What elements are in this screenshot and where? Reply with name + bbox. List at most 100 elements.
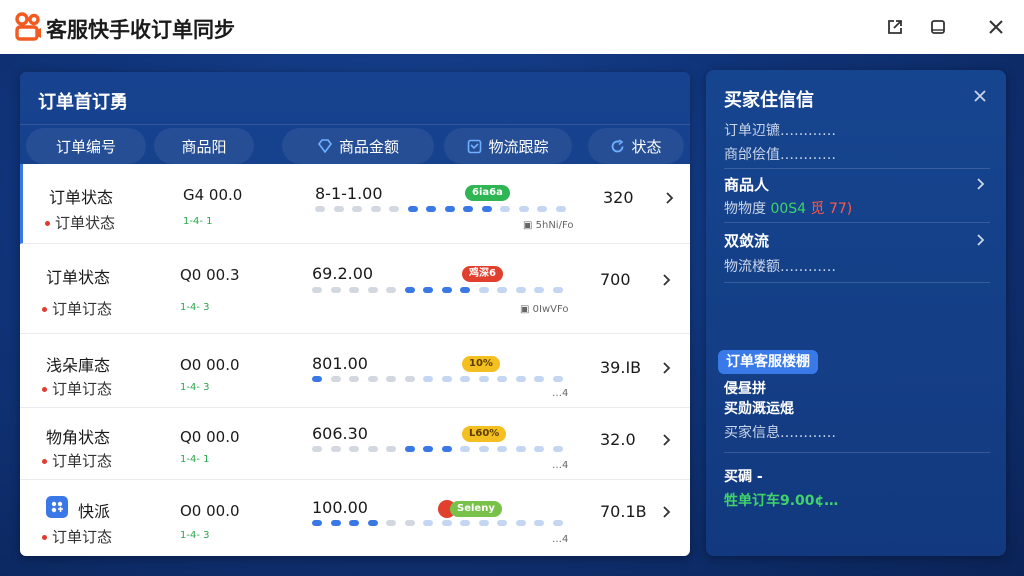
progress-segment	[497, 520, 507, 526]
progress-segment	[441, 520, 452, 526]
external-link-icon	[888, 20, 902, 34]
buyer-info-panel: 买家住信信 订单辺镳………… 商邰侩值………… 商品人 物物度 00S4 觅 7…	[706, 70, 1006, 556]
progress-segment	[478, 520, 489, 526]
table-row[interactable]: 物角状态 订单订态 Q0 00.0 1-4- 1 606.30 L60% …4 …	[20, 408, 690, 480]
title-bar: 客服快手收订单同步	[0, 0, 1024, 54]
app-title: 客服快手收订单同步	[46, 18, 235, 42]
row-amount: 8-1-1.00	[315, 184, 383, 203]
row-subtitle: 订单状态	[45, 212, 115, 233]
progress-bar	[312, 446, 570, 452]
progress-segment	[330, 520, 341, 526]
row-value: 32.0	[600, 430, 636, 449]
status-dot	[42, 307, 47, 312]
row-subtitle-text: 订单订态	[52, 452, 113, 470]
maximize-button[interactable]	[925, 14, 951, 40]
progress-segment	[460, 446, 470, 452]
progress-segment	[330, 446, 341, 452]
progress-segment	[441, 446, 452, 452]
goods-value: 物物度 00S4 觅 77)	[724, 198, 852, 218]
row-title: 浅朵庫态	[46, 356, 111, 375]
progress-segment	[423, 376, 433, 382]
progress-segment	[478, 376, 489, 382]
progress-segment	[460, 520, 470, 526]
divider	[724, 452, 990, 453]
progress-segment	[460, 376, 470, 382]
column-header-amount[interactable]: 商品金额	[282, 128, 434, 164]
popout-button[interactable]	[882, 14, 908, 40]
column-header-order-id[interactable]: 订单编号	[26, 128, 146, 164]
chevron-right-icon[interactable]	[660, 506, 672, 518]
progress-segment	[534, 287, 544, 293]
row-subtitle: 订单订态	[42, 298, 112, 319]
progress-segment	[518, 206, 529, 212]
column-header-label: 商品阳	[181, 137, 227, 156]
progress-segment	[386, 446, 396, 452]
progress-bar	[312, 287, 570, 293]
buy-value: 牲单订车9.00¢…	[724, 493, 839, 509]
progress-segment	[367, 446, 378, 452]
status-dot	[45, 221, 50, 226]
chevron-right-icon[interactable]	[660, 434, 672, 446]
refresh-icon	[612, 138, 624, 152]
row-value: 320	[603, 188, 634, 207]
progress-segment	[481, 206, 492, 212]
progress-segment	[441, 287, 452, 293]
row-value: 39.IB	[600, 358, 642, 377]
progress-bar	[315, 206, 573, 212]
table-row[interactable]: 订单状态 订单订态 Q0 00.3 1-4- 3 69.2.00 鸡深6 ▣ 0…	[20, 244, 690, 334]
row-title: 订单状态	[46, 268, 111, 287]
progress-segment	[552, 520, 563, 526]
orders-title: 订单首订勇	[38, 92, 128, 113]
kuaipai-logo-icon	[46, 496, 68, 518]
column-header-label: 商品金额	[338, 137, 399, 156]
info-line: 订单辺镳…………	[724, 123, 836, 139]
divider	[724, 168, 990, 169]
row-tag: 1-4- 3	[180, 530, 210, 541]
service-chip[interactable]: 订单客服楼棚	[718, 350, 818, 374]
row-note: …4	[552, 534, 569, 545]
chevron-right-icon[interactable]	[660, 274, 672, 286]
column-header-product[interactable]: 商品阳	[154, 128, 254, 164]
buy-label: 买碉 -	[724, 469, 763, 485]
goods-value-red: 觅 77)	[810, 201, 853, 217]
progress-segment	[552, 287, 563, 293]
progress-segment	[349, 520, 359, 526]
info-title: 买家住信信	[724, 90, 814, 111]
orders-table: 订单状态 订单状态 G4 00.0 1-4- 1 8-1-1.00 6ia6a …	[20, 164, 690, 556]
status-badge: 6ia6a	[465, 185, 510, 201]
info-list-item: 买家信息…………	[724, 425, 836, 441]
row-title: 物角状态	[46, 428, 111, 447]
progress-segment	[386, 520, 396, 526]
status-dot	[42, 387, 47, 392]
progress-segment	[423, 287, 433, 293]
table-row[interactable]: 订单状态 订单状态 G4 00.0 1-4- 1 8-1-1.00 6ia6a …	[20, 164, 690, 244]
row-tag: 1-4- 3	[180, 382, 210, 393]
progress-segment	[423, 520, 433, 526]
progress-segment	[444, 206, 455, 212]
close-button[interactable]	[983, 14, 1009, 40]
diamond-icon	[317, 139, 332, 153]
row-subtitle: 订单订态	[42, 450, 112, 471]
progress-segment	[404, 287, 415, 293]
chevron-right-icon[interactable]	[660, 362, 672, 374]
progress-segment	[312, 376, 322, 382]
progress-segment	[349, 287, 359, 293]
info-list-item: 侵昼拼	[724, 381, 766, 397]
progress-segment	[333, 206, 344, 212]
column-header-status[interactable]: 状态	[588, 128, 684, 164]
chevron-right-icon[interactable]	[974, 234, 986, 246]
chevron-right-icon[interactable]	[663, 192, 675, 204]
progress-segment	[463, 206, 473, 212]
status-dot	[42, 459, 47, 464]
table-row[interactable]: 快派 订单订态 O0 00.0 1-4- 3 100.00 Seleny …4 …	[20, 480, 690, 556]
progress-segment	[534, 446, 544, 452]
chevron-right-icon[interactable]	[974, 178, 986, 190]
column-header-logistics[interactable]: 物流跟踪	[444, 128, 572, 164]
progress-segment	[404, 376, 415, 382]
orders-panel: 订单首订勇 订单编号 商品阳 商品金额 物流跟踪 状态 订单状态 订单状态 G4…	[20, 72, 690, 556]
logistics-label: 双敛流	[724, 232, 770, 250]
close-icon[interactable]	[972, 88, 988, 104]
table-row[interactable]: 浅朵庫态 订单订态 O0 00.0 1-4- 3 801.00 10% …4 3…	[20, 334, 690, 408]
row-amount: 801.00	[312, 354, 368, 373]
app-logo-icon	[15, 12, 41, 41]
